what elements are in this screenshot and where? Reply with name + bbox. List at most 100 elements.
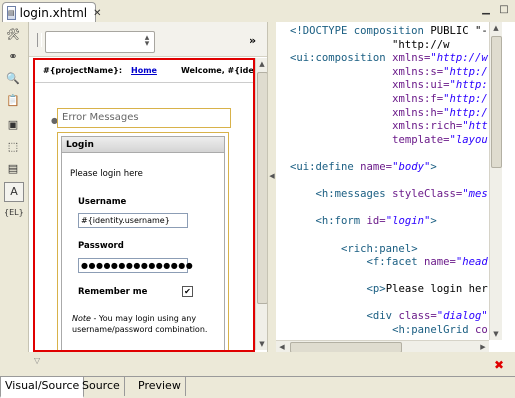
code-token: id= bbox=[366, 215, 386, 228]
source-vertical-scrollbar[interactable]: ▲ ▼ bbox=[489, 22, 502, 340]
editor-tab-login[interactable]: ▤ login.xhtml ✕ bbox=[2, 2, 102, 23]
editor-body: 🛠 ⚭ 🔍 📋 ▣ ⬚ ▤ A {EL} ▴ ▾ » #{projectName}: Home W… bbox=[0, 22, 515, 353]
editor-tab-bar: ▤ login.xhtml ✕ ▁ □ bbox=[0, 0, 515, 23]
clipboard-icon[interactable]: 📋 bbox=[4, 92, 22, 110]
bottom-strip: ▽ ✖ bbox=[0, 352, 515, 376]
code-token: styleClass= bbox=[392, 188, 463, 201]
page-header-bar: #{projectName}: Home Welcome, #{iden bbox=[35, 60, 253, 83]
font-icon[interactable]: A bbox=[4, 182, 24, 202]
bundle-icon[interactable]: ▣ bbox=[4, 116, 22, 134]
home-link[interactable]: Home bbox=[131, 66, 157, 75]
code-token: <rich:panel> bbox=[341, 242, 418, 255]
note-text: - You may login using any username/passw… bbox=[72, 314, 208, 334]
code-line: template="layou bbox=[290, 134, 488, 148]
collapse-left-icon[interactable]: ◀ bbox=[268, 172, 276, 180]
close-tab-icon[interactable]: ✕ bbox=[93, 8, 101, 19]
login-note: Note - You may login using any username/… bbox=[72, 313, 220, 335]
code-line: <rich:panel> bbox=[290, 243, 488, 257]
maximize-icon[interactable]: □ bbox=[497, 3, 511, 17]
code-line: <p>Please login her bbox=[290, 283, 488, 297]
code-token: "http:/ bbox=[443, 106, 488, 119]
code-line: xmlns:f="http:/ bbox=[290, 93, 488, 107]
code-token: xmlns:h= bbox=[392, 106, 444, 119]
code-token: <div bbox=[366, 310, 399, 323]
code-token: xmlns:ui= bbox=[392, 79, 450, 92]
code-line: xmlns:s="http:/ bbox=[290, 66, 488, 80]
window-controls: ▁ □ bbox=[479, 3, 511, 17]
code-line: <!DOCTYPE composition PUBLIC "- bbox=[290, 25, 488, 39]
chevron-updown-icon[interactable]: ▴ ▾ bbox=[142, 34, 152, 49]
password-field[interactable]: ●●●●●●●●●●●●●●● bbox=[78, 258, 193, 273]
code-token: "http://w bbox=[430, 52, 488, 65]
source-code[interactable]: <!DOCTYPE composition PUBLIC "- "http://… bbox=[290, 25, 488, 338]
scroll-down-icon[interactable]: ▼ bbox=[490, 328, 502, 340]
toolbar-grip[interactable] bbox=[37, 33, 42, 47]
code-token: <!DOCTYPE composition bbox=[290, 25, 431, 37]
project-name: #{projectName}: bbox=[43, 66, 123, 75]
link-icon[interactable]: ⚭ bbox=[4, 48, 22, 66]
code-token: <h:form bbox=[315, 215, 367, 228]
code-token: co bbox=[474, 324, 488, 337]
tab-visual-source[interactable]: Visual/Source bbox=[0, 377, 85, 398]
code-token: <p> bbox=[366, 283, 386, 296]
close-icon[interactable]: ✖ bbox=[494, 358, 504, 372]
frame-icon[interactable]: ⬚ bbox=[4, 138, 22, 156]
toolbar-overflow-chevron[interactable]: » bbox=[249, 34, 256, 47]
code-token: "body" bbox=[392, 160, 431, 173]
code-token: "http: bbox=[449, 79, 488, 92]
visual-toolbar: ▴ ▾ » bbox=[29, 22, 267, 57]
code-token: template= bbox=[392, 133, 450, 146]
minimize-icon[interactable]: ▁ bbox=[479, 3, 493, 17]
collapse-down-icon[interactable]: ▽ bbox=[34, 356, 40, 365]
scroll-up-icon[interactable]: ▲ bbox=[490, 22, 502, 34]
password-label: Password bbox=[78, 241, 124, 251]
panel-icon[interactable]: ▤ bbox=[4, 160, 22, 178]
code-token: xmlns= bbox=[392, 52, 431, 65]
code-token: "http://w bbox=[290, 38, 450, 51]
style-combo[interactable]: ▴ ▾ bbox=[45, 31, 155, 53]
remember-me-checkbox[interactable]: ✔ bbox=[182, 286, 193, 297]
error-messages[interactable]: Error Messages bbox=[57, 108, 231, 128]
code-token: <f:facet bbox=[366, 256, 424, 269]
note-label: Note bbox=[72, 314, 91, 323]
editor-tab-title: login.xhtml bbox=[19, 6, 88, 20]
username-field[interactable]: #{identity.username} bbox=[78, 213, 188, 228]
code-line: xmlns:h="http:/ bbox=[290, 107, 488, 121]
code-token: "http:/ bbox=[443, 92, 488, 105]
code-token: <ui:define bbox=[290, 160, 361, 173]
code-token: xmlns:rich= bbox=[392, 120, 463, 133]
code-line: <h:panelGrid co bbox=[290, 324, 488, 338]
visual-canvas[interactable]: #{projectName}: Home Welcome, #{iden ● E… bbox=[33, 58, 255, 352]
el-icon[interactable]: {EL} bbox=[4, 204, 24, 222]
tab-preview[interactable]: Preview bbox=[134, 377, 186, 396]
login-panel[interactable]: Login Please login here Username #{ident… bbox=[61, 136, 225, 350]
code-line: <ui:define name="body"> bbox=[290, 161, 488, 175]
code-line: xmlns:rich="htt bbox=[290, 120, 488, 134]
code-token: "mes bbox=[462, 188, 488, 201]
scroll-thumb[interactable] bbox=[491, 36, 502, 168]
code-token: "dialog" bbox=[436, 310, 488, 323]
code-token: > bbox=[430, 160, 437, 173]
tab-source[interactable]: Source bbox=[78, 377, 125, 396]
source-pane[interactable]: <!DOCTYPE composition PUBLIC "- "http://… bbox=[276, 22, 502, 340]
find-icon[interactable]: 🔍 bbox=[4, 70, 22, 88]
code-token: Please login her bbox=[385, 283, 488, 296]
code-line: <h:messages styleClass="mes bbox=[290, 188, 488, 202]
panel-header: Login bbox=[62, 137, 224, 153]
tools-icon[interactable]: 🛠 bbox=[4, 26, 22, 44]
welcome-text: Welcome, #{iden bbox=[181, 66, 255, 75]
palette-toolbar: 🛠 ⚭ 🔍 📋 ▣ ⬚ ▤ A {EL} bbox=[0, 22, 29, 352]
code-token: "htt bbox=[462, 120, 488, 133]
